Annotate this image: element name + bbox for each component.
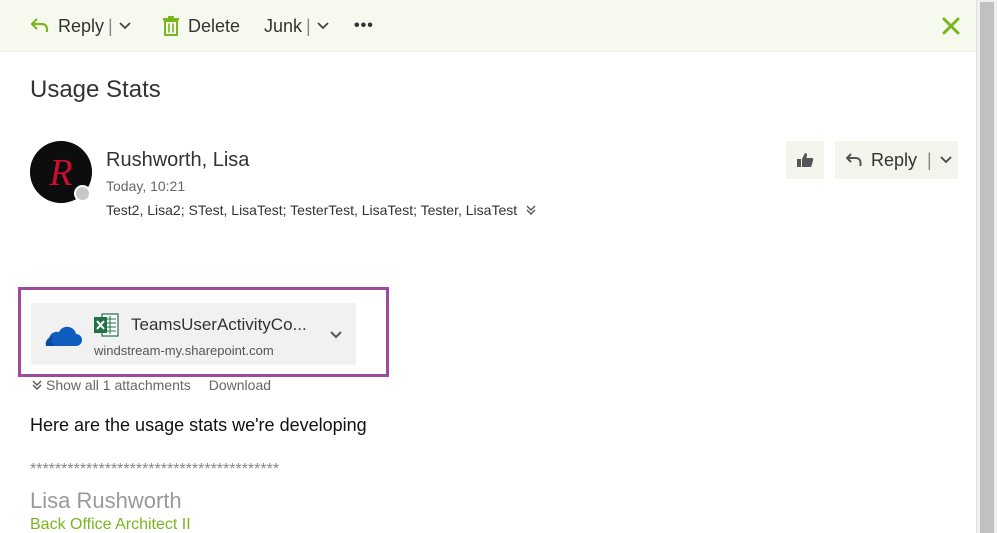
scrollbar-thumb[interactable]: [980, 2, 994, 533]
message-subject: Usage Stats: [30, 76, 161, 103]
excel-icon: [94, 313, 119, 337]
expand-icon[interactable]: [525, 204, 537, 216]
sender-name[interactable]: Rushworth, Lisa: [106, 149, 249, 172]
reply-button[interactable]: Reply |: [835, 141, 958, 179]
close-button[interactable]: [942, 0, 960, 52]
reply-label: Reply: [871, 149, 918, 170]
message-body-text: Here are the usage stats we're developin…: [30, 415, 367, 435]
junk-label: Junk: [264, 15, 303, 36]
chevron-down-icon[interactable]: [117, 18, 133, 34]
vertical-scrollbar[interactable]: [976, 0, 997, 533]
download-link[interactable]: Download: [209, 377, 271, 393]
reply-toolbar-button[interactable]: Reply |: [30, 0, 133, 52]
more-icon: •••: [354, 17, 374, 34]
attachment-actions: Show all 1 attachments Download: [31, 377, 271, 393]
command-bar: Reply | Delete Junk | •••: [0, 0, 976, 52]
attachment-source: windstream-my.sharepoint.com: [94, 343, 274, 358]
show-all-attachments-link[interactable]: Show all 1 attachments: [31, 377, 191, 393]
recipients-line: Test2, Lisa2; STest, LisaTest; TesterTes…: [106, 202, 537, 218]
attachment-card[interactable]: TeamsUserActivityCo... windstream-my.sha…: [31, 303, 356, 365]
reply-icon: [846, 153, 862, 166]
show-all-label: Show all 1 attachments: [46, 377, 191, 393]
chevron-down-icon[interactable]: [938, 152, 954, 168]
expand-icon: [32, 380, 42, 390]
trash-icon: [163, 16, 179, 36]
chevron-down-icon[interactable]: [328, 327, 344, 343]
signature-name: Lisa Rushworth: [30, 488, 182, 513]
presence-indicator: [74, 185, 91, 202]
junk-button[interactable]: Junk |: [264, 0, 331, 52]
chevron-down-icon[interactable]: [315, 18, 331, 34]
delete-button[interactable]: Delete: [162, 0, 240, 52]
like-button[interactable]: [786, 141, 824, 179]
close-icon: [942, 17, 960, 35]
separator: |: [927, 149, 932, 170]
like-icon: [797, 153, 814, 167]
avatar-letter: R: [48, 152, 72, 194]
attachment-name: TeamsUserActivityCo...: [131, 315, 307, 334]
sent-time: Today, 10:21: [106, 178, 186, 194]
recipients-list[interactable]: Test2, Lisa2; STest, LisaTest; TesterTes…: [106, 202, 517, 218]
onedrive-icon: [45, 326, 82, 347]
signature-title: Back Office Architect II: [30, 516, 191, 533]
signature-divider: ****************************************: [30, 461, 280, 478]
reply-icon: [30, 18, 49, 32]
separator: |: [108, 15, 113, 36]
reply-label: Reply: [58, 15, 105, 36]
delete-label: Delete: [188, 15, 241, 36]
more-actions-button[interactable]: •••: [354, 0, 374, 52]
separator: |: [306, 15, 311, 36]
